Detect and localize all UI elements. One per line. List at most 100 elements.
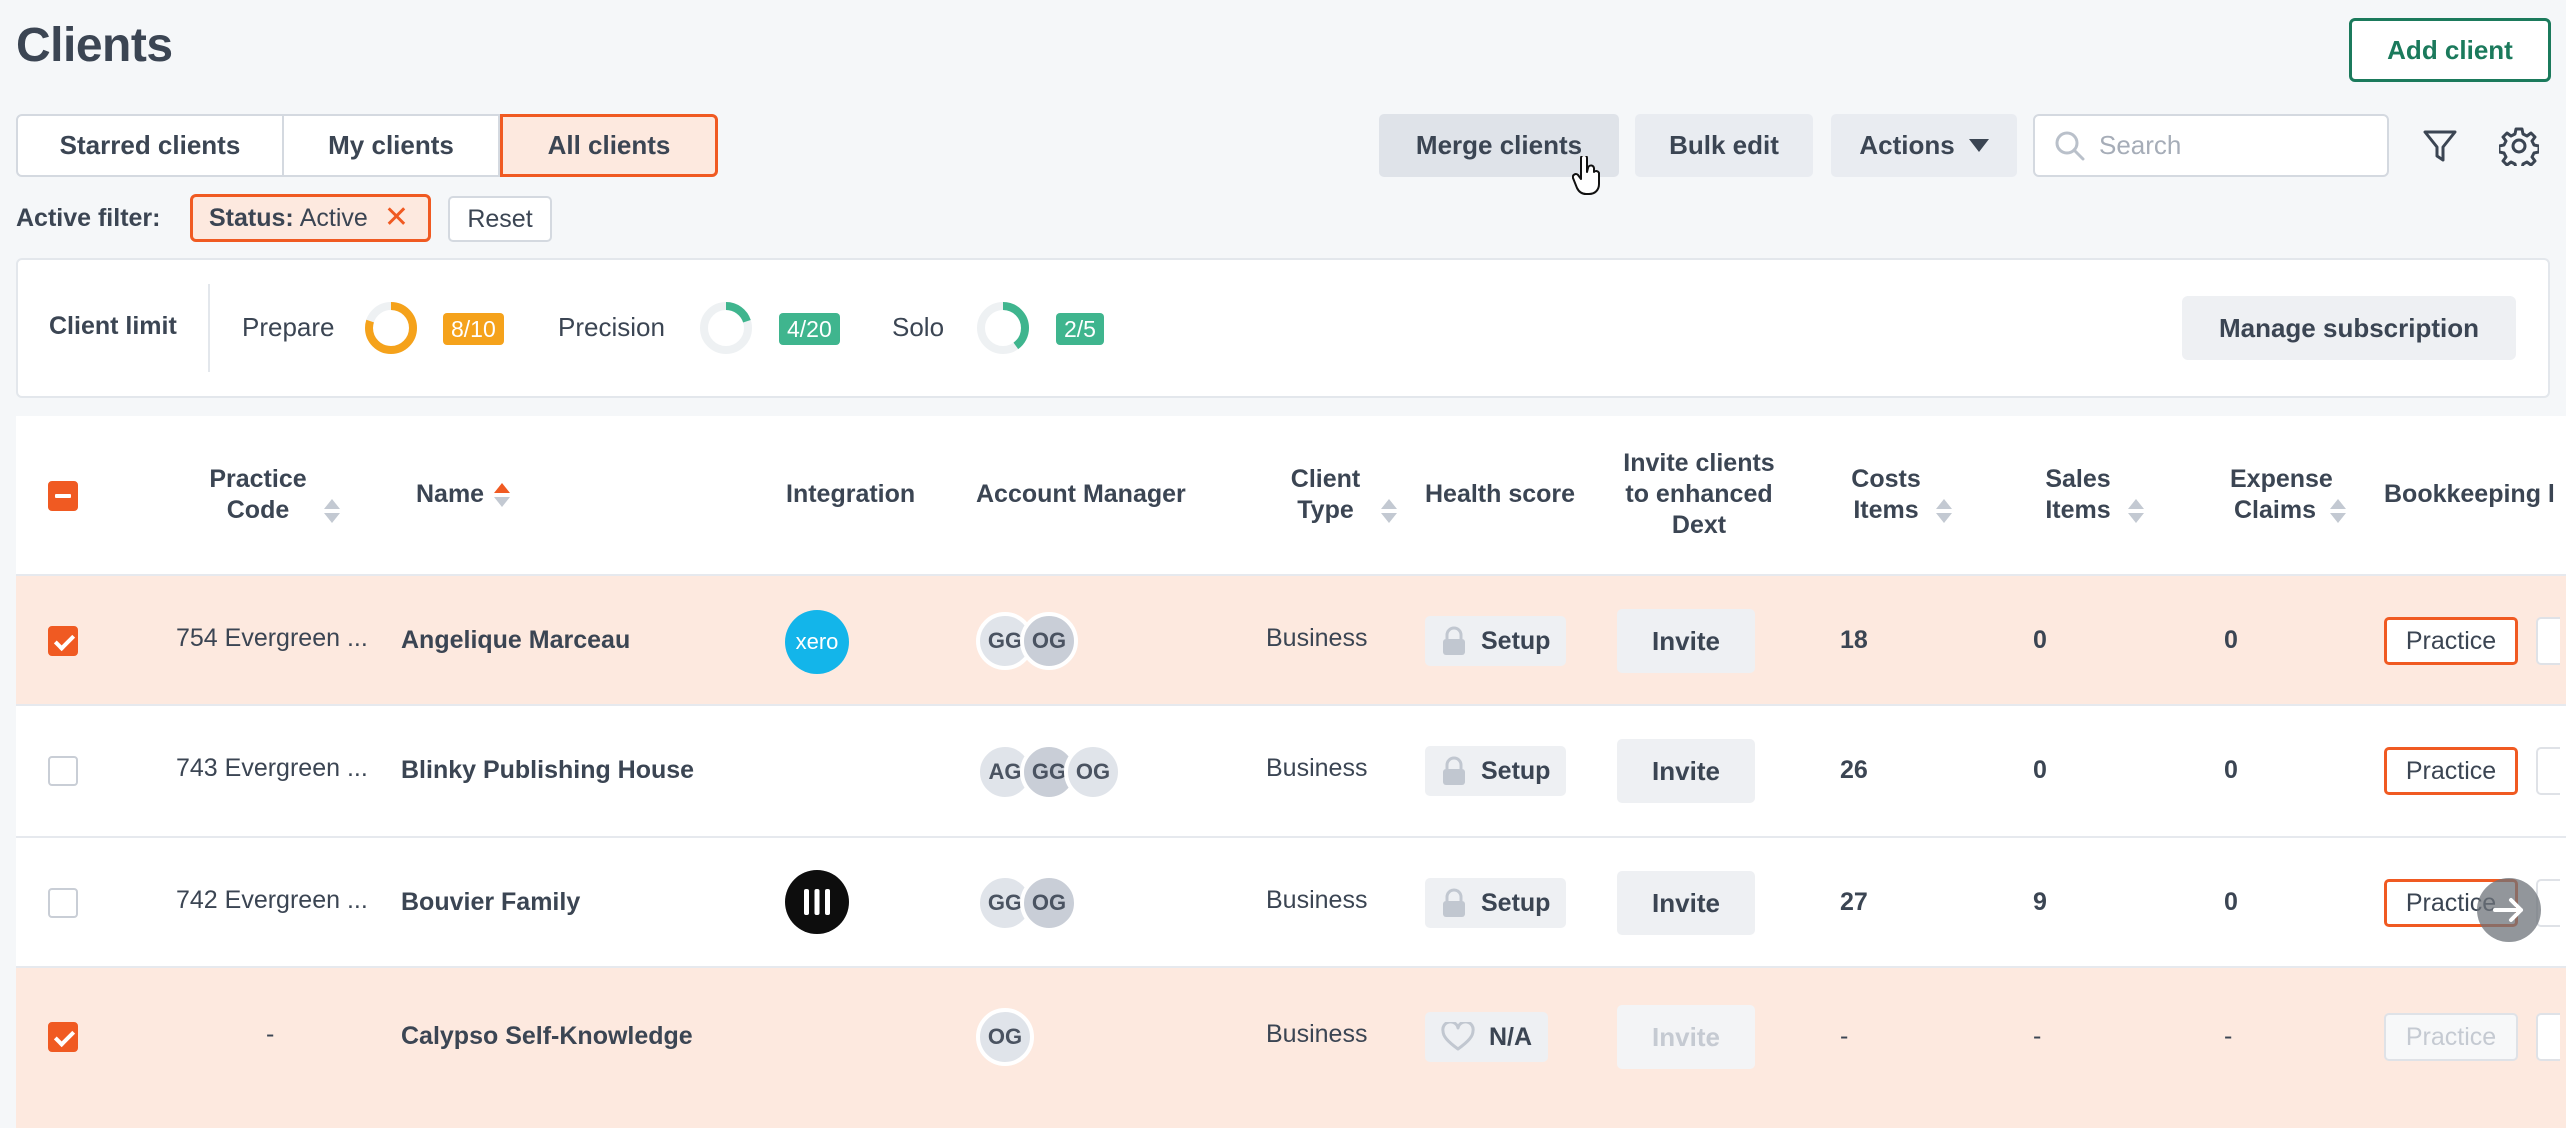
- account-managers: AG GG OG: [976, 743, 1122, 801]
- arrow-right-icon: [2493, 898, 2523, 922]
- header-practice-code[interactable]: Practice Code: [186, 464, 356, 526]
- divider: [208, 284, 210, 372]
- invite-cell: Invite: [1617, 871, 1755, 935]
- settings-gear-icon[interactable]: [2499, 126, 2539, 166]
- practice-code-cell: -: [266, 1020, 275, 1048]
- avatar: OG: [1020, 612, 1078, 670]
- costs-items-cell: 27: [1840, 888, 1868, 916]
- health-label: Setup: [1481, 626, 1551, 655]
- health-label: Setup: [1481, 756, 1551, 785]
- practice-button[interactable]: Practice: [2384, 747, 2518, 795]
- header-expense-claims[interactable]: Expense Claims: [2208, 464, 2368, 526]
- heart-outline-icon: [1441, 1022, 1475, 1051]
- table-row[interactable]: - Calypso Self-Knowledge OG Business N/A…: [16, 966, 2566, 1128]
- close-icon[interactable]: ✕: [384, 203, 409, 233]
- filter-icon[interactable]: [2422, 128, 2458, 164]
- invite-button[interactable]: Invite: [1617, 871, 1755, 935]
- solo-donut-chart: [977, 302, 1029, 354]
- costs-items-cell: -: [1840, 1022, 1849, 1050]
- tab-starred-clients[interactable]: Starred clients: [16, 114, 284, 177]
- xero-logo-icon: xero: [785, 610, 849, 674]
- invite-cell: Invite: [1617, 609, 1755, 673]
- practice-button-disabled: Practice: [2384, 1013, 2518, 1061]
- header-name[interactable]: Name: [416, 479, 511, 510]
- expense-claims-cell: 0: [2224, 756, 2238, 784]
- account-managers: GG OG: [976, 874, 1078, 932]
- prepare-donut-chart: [365, 302, 417, 354]
- invite-button[interactable]: Invite: [1617, 739, 1755, 803]
- caret-down-icon: [1968, 139, 1989, 152]
- chip-key: Status:: [209, 203, 294, 232]
- header-integration: Integration: [786, 480, 916, 508]
- practice-button[interactable]: Practice: [2384, 617, 2518, 665]
- health-score-cell[interactable]: Setup: [1425, 746, 1567, 796]
- add-client-button[interactable]: Add client: [2349, 18, 2551, 82]
- table-row[interactable]: 754 Evergreen ... Angelique Marceau xero…: [16, 574, 2566, 704]
- avatar: OG: [976, 1008, 1034, 1066]
- solo-badge: 2/5: [1056, 313, 1104, 345]
- expense-claims-cell: 0: [2224, 626, 2238, 654]
- invite-button[interactable]: Invite: [1617, 609, 1755, 673]
- scroll-right-button[interactable]: [2477, 878, 2541, 942]
- clients-table: Practice Code Name Integration Account M…: [16, 416, 2566, 1128]
- health-score-cell[interactable]: Setup: [1425, 616, 1567, 666]
- costs-items-cell: 26: [1840, 756, 1868, 784]
- health-score-cell[interactable]: Setup: [1425, 878, 1567, 928]
- client-type-cell: Business: [1266, 886, 1368, 914]
- practice-code-cell: 742 Evergreen ...: [176, 886, 368, 914]
- row-checkbox[interactable]: [48, 626, 78, 656]
- lock-icon: [1443, 888, 1465, 917]
- sales-items-cell: -: [2033, 1022, 2042, 1050]
- search-icon: [2055, 131, 2085, 160]
- avatar: OG: [1020, 874, 1078, 932]
- limit-label-precision: Precision: [558, 312, 665, 342]
- bookkeeping-cell: Practice: [2384, 617, 2518, 665]
- sort-icon: [2330, 499, 2346, 524]
- search-input[interactable]: [2099, 130, 2369, 161]
- client-name-link[interactable]: Calypso Self-Knowledge: [401, 1022, 693, 1051]
- status-filter-chip[interactable]: Status: Active ✕: [190, 194, 431, 242]
- bookkeeping-cell: Practice: [2384, 747, 2518, 795]
- expense-claims-cell: -: [2224, 1022, 2233, 1050]
- sort-icon: [324, 499, 340, 524]
- reset-filter-button[interactable]: Reset: [448, 196, 552, 242]
- precision-donut-chart: [700, 302, 752, 354]
- client-type-cell: Business: [1266, 1020, 1368, 1048]
- bulk-edit-button[interactable]: Bulk edit: [1635, 114, 1813, 177]
- row-checkbox[interactable]: [48, 888, 78, 918]
- health-score-cell[interactable]: N/A: [1425, 1012, 1549, 1062]
- search-box[interactable]: [2033, 114, 2389, 177]
- client-name-link[interactable]: Blinky Publishing House: [401, 756, 694, 785]
- table-row[interactable]: 742 Evergreen ... Bouvier Family GG OG B…: [16, 836, 2566, 966]
- account-managers: OG: [976, 1008, 1034, 1066]
- manage-subscription-button[interactable]: Manage subscription: [2182, 296, 2516, 360]
- client-name-link[interactable]: Bouvier Family: [401, 888, 580, 917]
- limit-label-solo: Solo: [892, 312, 945, 342]
- integration-logo-icon: [785, 870, 849, 934]
- header-account-manager: Account Manager: [976, 480, 1186, 508]
- lock-icon: [1443, 756, 1465, 785]
- next-column-stub: [2536, 747, 2560, 795]
- tab-all-clients[interactable]: All clients: [500, 114, 718, 177]
- header-bookkeeping: Bookkeeping l: [2384, 480, 2555, 508]
- practice-code-cell: 743 Evergreen ...: [176, 754, 368, 782]
- select-all-checkbox[interactable]: [48, 481, 78, 511]
- row-checkbox[interactable]: [48, 1022, 78, 1052]
- actions-dropdown[interactable]: Actions: [1831, 114, 2017, 177]
- hand-pointer-cursor-icon: [1572, 156, 1600, 195]
- client-type-cell: Business: [1266, 754, 1368, 782]
- expense-claims-cell: 0: [2224, 888, 2238, 916]
- page-title: Clients: [16, 19, 173, 72]
- header-sales-items[interactable]: Sales Items: [2016, 464, 2166, 526]
- health-label: Setup: [1481, 888, 1551, 917]
- client-name-link[interactable]: Angelique Marceau: [401, 626, 630, 655]
- table-row[interactable]: 743 Evergreen ... Blinky Publishing Hous…: [16, 704, 2566, 836]
- prepare-badge: 8/10: [443, 313, 504, 345]
- avatar: OG: [1064, 743, 1122, 801]
- row-checkbox[interactable]: [48, 756, 78, 786]
- tab-my-clients[interactable]: My clients: [284, 114, 500, 177]
- sort-icon: [2128, 499, 2144, 524]
- header-client-type[interactable]: Client Type: [1266, 464, 1411, 526]
- header-costs-items[interactable]: Costs Items: [1824, 464, 1974, 526]
- sales-items-cell: 0: [2033, 756, 2047, 784]
